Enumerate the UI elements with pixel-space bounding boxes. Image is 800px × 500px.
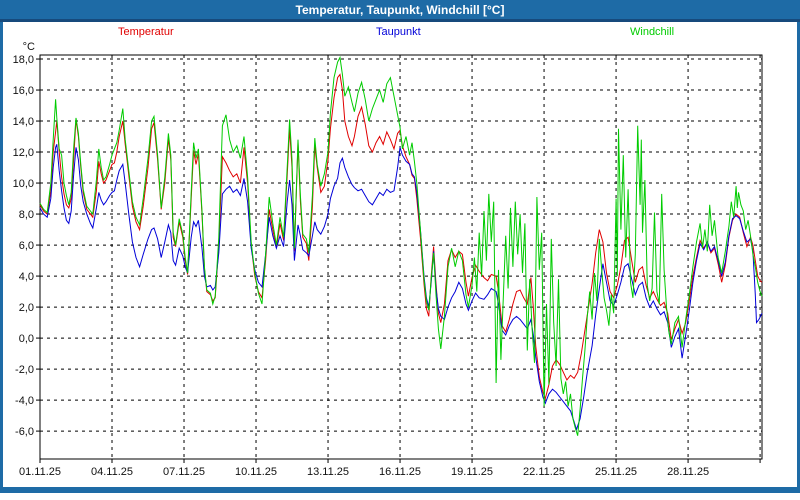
x-tick-label: 13.11.25 [307, 466, 349, 478]
y-tick-label: 14,0 [13, 116, 34, 128]
chart-window: Temperatur, Taupunkt, Windchill [°C] Tem… [0, 0, 800, 500]
y-tick-label: 10,0 [13, 178, 34, 190]
y-tick-label: 12,0 [13, 147, 34, 159]
x-tick-label: 04.11.25 [91, 466, 133, 478]
y-tick-label: 0,0 [19, 333, 34, 345]
x-tick-label: 16.11.25 [379, 466, 421, 478]
y-tick-label: 4,0 [19, 271, 34, 283]
window-frame-bottom [0, 487, 800, 493]
y-tick-label: 16,0 [13, 85, 34, 97]
y-tick-label: 2,0 [19, 302, 34, 314]
y-tick-label: -2,0 [15, 364, 34, 376]
x-tick-label: 28.11.25 [667, 466, 709, 478]
plot-frame [40, 55, 762, 459]
x-tick-label: 10.11.25 [235, 466, 277, 478]
x-tick-label: 07.11.25 [163, 466, 205, 478]
chart-canvas: 18,0 16,0 14,0 12,0 10,0 8,0 6,0 4,0 2,0 0,0 -2,0 -… [0, 0, 800, 500]
y-tick-label: -6,0 [15, 426, 34, 438]
x-tick-label: 22.11.25 [523, 466, 565, 478]
window-frame-left [0, 22, 3, 487]
y-tick-label: -4,0 [15, 395, 34, 407]
series-line-taupunkt [40, 144, 762, 429]
series-line-windchill [40, 58, 762, 436]
x-tick-label: 25.11.25 [595, 466, 637, 478]
y-tick-label: 8,0 [19, 209, 34, 221]
y-tick-label: 18,0 [13, 54, 34, 66]
x-tick-label: 19.11.25 [451, 466, 493, 478]
y-tick-label: 6,0 [19, 240, 34, 252]
x-tick-label: 01.11.25 [19, 466, 61, 478]
y-axis-unit-label: °C [23, 41, 35, 53]
